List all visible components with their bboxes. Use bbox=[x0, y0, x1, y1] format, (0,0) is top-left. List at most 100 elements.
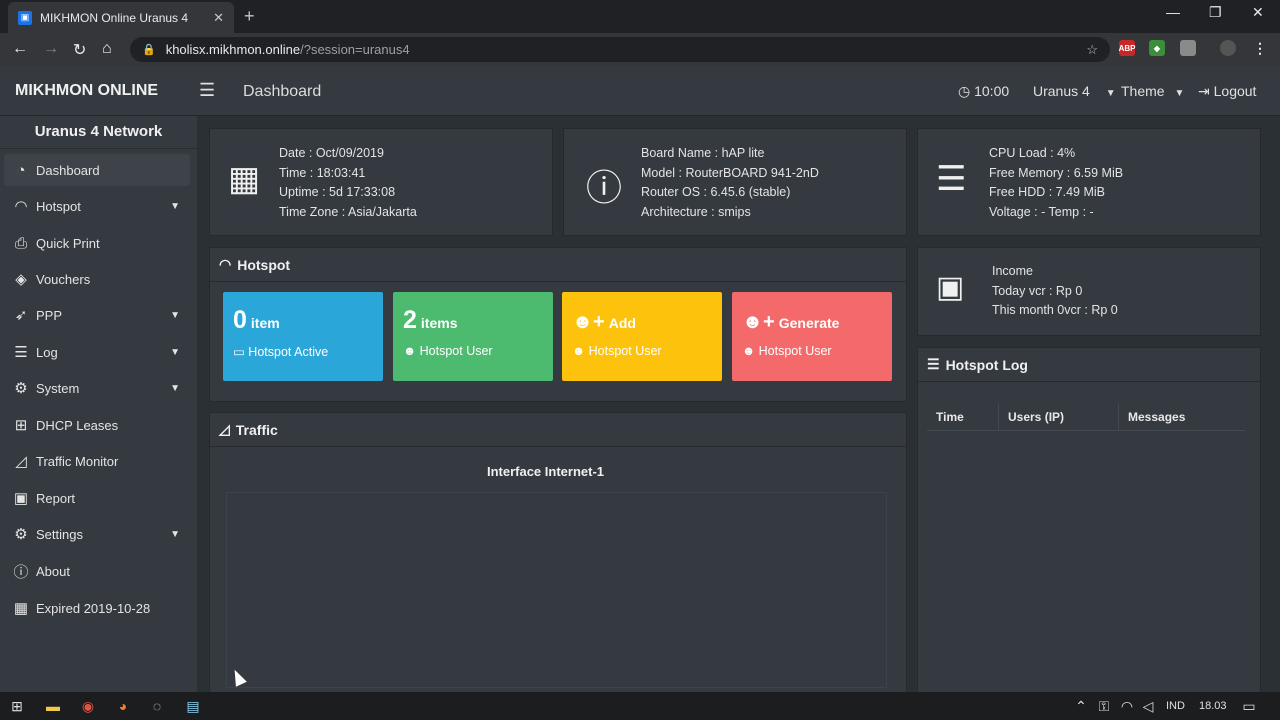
main-content: ▦ Date : Oct/09/2019 Time : 18:03:41 Upt… bbox=[197, 116, 1280, 702]
reload-icon[interactable]: ↻ bbox=[73, 40, 86, 60]
bookmark-extension-icon[interactable] bbox=[1180, 40, 1196, 56]
sidebar-item-quick-print[interactable]: ⎙ Quick Print bbox=[4, 227, 190, 259]
column-header-users[interactable]: Users (IP) bbox=[999, 403, 1119, 431]
generate-hotspot-user-tile[interactable]: ☻+ Generate ☻ Hotspot User bbox=[732, 292, 892, 381]
date-text: Date : Oct/09/2019 bbox=[279, 146, 384, 160]
sidebar-item-label: Quick Print bbox=[36, 235, 100, 251]
extension-icon[interactable]: ◆ bbox=[1149, 40, 1165, 56]
income-month: This month 0vcr : Rp 0 bbox=[992, 303, 1118, 318]
board-arch-text: Architecture : smips bbox=[641, 205, 751, 220]
user-plus-icon: ☻+ bbox=[742, 311, 775, 333]
app-icon[interactable]: ◌ bbox=[148, 697, 166, 715]
tile-action: Add bbox=[608, 315, 636, 331]
tab-title: MIKHMON Online Uranus 4 bbox=[40, 10, 189, 25]
theme-dropdown[interactable]: Theme ▼ bbox=[1121, 83, 1184, 99]
new-tab-icon[interactable]: + bbox=[244, 6, 255, 27]
ticket-icon: ◈ bbox=[15, 271, 27, 288]
sidebar-item-label: Log bbox=[36, 344, 58, 360]
gear-icon: ⚙ bbox=[14, 526, 28, 543]
board-card: ⓘ Board Name : hAP lite Model : RouterBO… bbox=[563, 128, 907, 236]
tile-unit: items bbox=[420, 315, 458, 331]
browser-tab[interactable]: ▣ MIKHMON Online Uranus 4 ✕ bbox=[8, 2, 234, 33]
window-close-icon[interactable]: ✕ bbox=[1252, 4, 1264, 21]
sidebar-item-expired[interactable]: ▦ Expired 2019-10-28 bbox=[4, 592, 190, 624]
notepad-icon[interactable]: ▤ bbox=[184, 697, 202, 715]
sidebar-item-system[interactable]: ⚙ System ▼ bbox=[4, 372, 190, 404]
back-icon[interactable]: ← bbox=[12, 40, 28, 58]
hotspot-user-tile[interactable]: 2 items ☻ Hotspot User bbox=[393, 292, 553, 381]
caret-down-icon: ▼ bbox=[170, 382, 180, 394]
sidebar-item-dhcp-leases[interactable]: ⊞ DHCP Leases bbox=[4, 409, 190, 441]
sidebar-item-vouchers[interactable]: ◈ Vouchers bbox=[4, 263, 190, 295]
profile-avatar-icon[interactable] bbox=[1220, 40, 1236, 56]
sidebar-item-log[interactable]: ☰ Log ▼ bbox=[4, 336, 190, 368]
wifi-icon: ◠ bbox=[14, 198, 28, 215]
column-header-messages[interactable]: Messages bbox=[1119, 404, 1245, 431]
column-header-time[interactable]: Time bbox=[927, 403, 999, 431]
file-explorer-icon[interactable]: ▬ bbox=[44, 697, 62, 715]
wifi-tray-icon[interactable]: ◠ bbox=[1118, 697, 1136, 715]
menu-toggle-icon[interactable]: ☰ bbox=[199, 80, 215, 101]
date-info: Date : Oct/09/2019 Time : 18:03:41 Uptim… bbox=[279, 144, 417, 223]
info-circle-icon: ⓘ bbox=[586, 167, 623, 208]
volume-icon[interactable]: ◁ bbox=[1139, 697, 1157, 715]
clock-text: 10:00 bbox=[974, 83, 1010, 99]
money-icon: ▣ bbox=[936, 271, 965, 304]
sidebar-item-label: Traffic Monitor bbox=[36, 453, 119, 469]
sidebar-item-label: Report bbox=[36, 490, 76, 506]
hotspot-log-header: ☰ Hotspot Log bbox=[918, 348, 1260, 382]
minimize-icon[interactable]: — bbox=[1166, 4, 1180, 20]
sidebar-item-ppp[interactable]: ➶ PPP ▼ bbox=[4, 299, 190, 331]
sidebar-item-dashboard[interactable]: ◔ Dashboard bbox=[4, 154, 190, 186]
calendar-icon: ▦ bbox=[13, 600, 29, 617]
hotspot-card-header: ◠ Hotspot bbox=[210, 248, 906, 282]
home-icon[interactable]: ⌂ bbox=[102, 40, 112, 58]
close-tab-icon[interactable]: ✕ bbox=[213, 10, 224, 26]
forward-icon[interactable]: → bbox=[43, 40, 59, 58]
logout-link[interactable]: ⇥ Logout bbox=[1198, 83, 1256, 100]
adblock-extension-icon[interactable]: ABP bbox=[1119, 40, 1135, 56]
chrome-icon[interactable]: ◉ bbox=[79, 697, 97, 715]
rocket-icon: ➶ bbox=[14, 307, 28, 324]
laptop-icon: ▭ bbox=[233, 345, 245, 359]
sidebar-item-about[interactable]: ⓘ About bbox=[4, 555, 190, 587]
tile-unit: item bbox=[250, 315, 280, 331]
timezone-text: Time Zone : Asia/Jakarta bbox=[279, 205, 417, 220]
sidebar-item-label: Dashboard bbox=[36, 162, 100, 178]
firefox-icon[interactable]: ◕ bbox=[114, 697, 132, 715]
sidebar-item-traffic-monitor[interactable]: ◿ Traffic Monitor bbox=[4, 445, 190, 477]
language-indicator[interactable]: IND bbox=[1166, 700, 1185, 712]
windows-start-icon[interactable]: ⊞ bbox=[8, 697, 26, 715]
bookmark-star-icon[interactable]: ☆ bbox=[1086, 42, 1098, 58]
restore-icon[interactable]: ❐ bbox=[1209, 4, 1222, 21]
dashboard-icon: ◔ bbox=[16, 161, 26, 179]
browser-toolbar: ← → ↻ ⌂ 🔒 kholisx.mikhmon.online /?sessi… bbox=[0, 33, 1280, 66]
session-label: Uranus 4 bbox=[1033, 83, 1090, 99]
hotspot-log-table-header: Time Users (IP) Messages bbox=[927, 403, 1245, 431]
tile-subtitle: ▭ Hotspot Active bbox=[233, 344, 328, 359]
add-hotspot-user-tile[interactable]: ☻+ Add ☻ Hotspot User bbox=[562, 292, 722, 381]
hotspot-active-tile[interactable]: 0 item ▭ Hotspot Active bbox=[223, 292, 383, 381]
user-plus-icon: ☻ bbox=[742, 344, 756, 358]
tile-sub-label: Hotspot User bbox=[588, 344, 662, 358]
session-dropdown[interactable]: Uranus 4 ▼ bbox=[1033, 83, 1116, 99]
tile-subtitle: ☻ Hotspot User bbox=[742, 344, 832, 358]
sidebar-item-report[interactable]: ▣ Report bbox=[4, 482, 190, 514]
list-icon: ☰ bbox=[927, 356, 940, 372]
caret-down-icon: ▼ bbox=[170, 200, 180, 212]
taskbar-clock[interactable]: 18.03 bbox=[1199, 700, 1227, 712]
favicon-icon: ▣ bbox=[18, 10, 32, 25]
hotspot-log-title: Hotspot Log bbox=[945, 356, 1028, 373]
notification-icon[interactable]: ▭ bbox=[1240, 697, 1258, 715]
tile-sub-label: Hotspot User bbox=[758, 344, 832, 358]
free-memory-text: Free Memory : 6.59 MiB bbox=[989, 165, 1124, 180]
ime-icon[interactable]: ⚿ bbox=[1095, 697, 1113, 715]
chrome-menu-icon[interactable]: ⋮ bbox=[1252, 40, 1268, 56]
voltage-text: Voltage : - Temp : - bbox=[989, 205, 1094, 220]
area-chart-icon: ◿ bbox=[15, 453, 27, 470]
tray-chevron-icon[interactable]: ⌃ bbox=[1072, 697, 1090, 715]
clock: ◷ 10:00 bbox=[958, 83, 1009, 100]
address-bar[interactable]: 🔒 kholisx.mikhmon.online /?session=uranu… bbox=[130, 37, 1110, 62]
sidebar-item-settings[interactable]: ⚙ Settings ▼ bbox=[4, 518, 190, 550]
sidebar-item-hotspot[interactable]: ◠ Hotspot ▼ bbox=[4, 190, 190, 222]
